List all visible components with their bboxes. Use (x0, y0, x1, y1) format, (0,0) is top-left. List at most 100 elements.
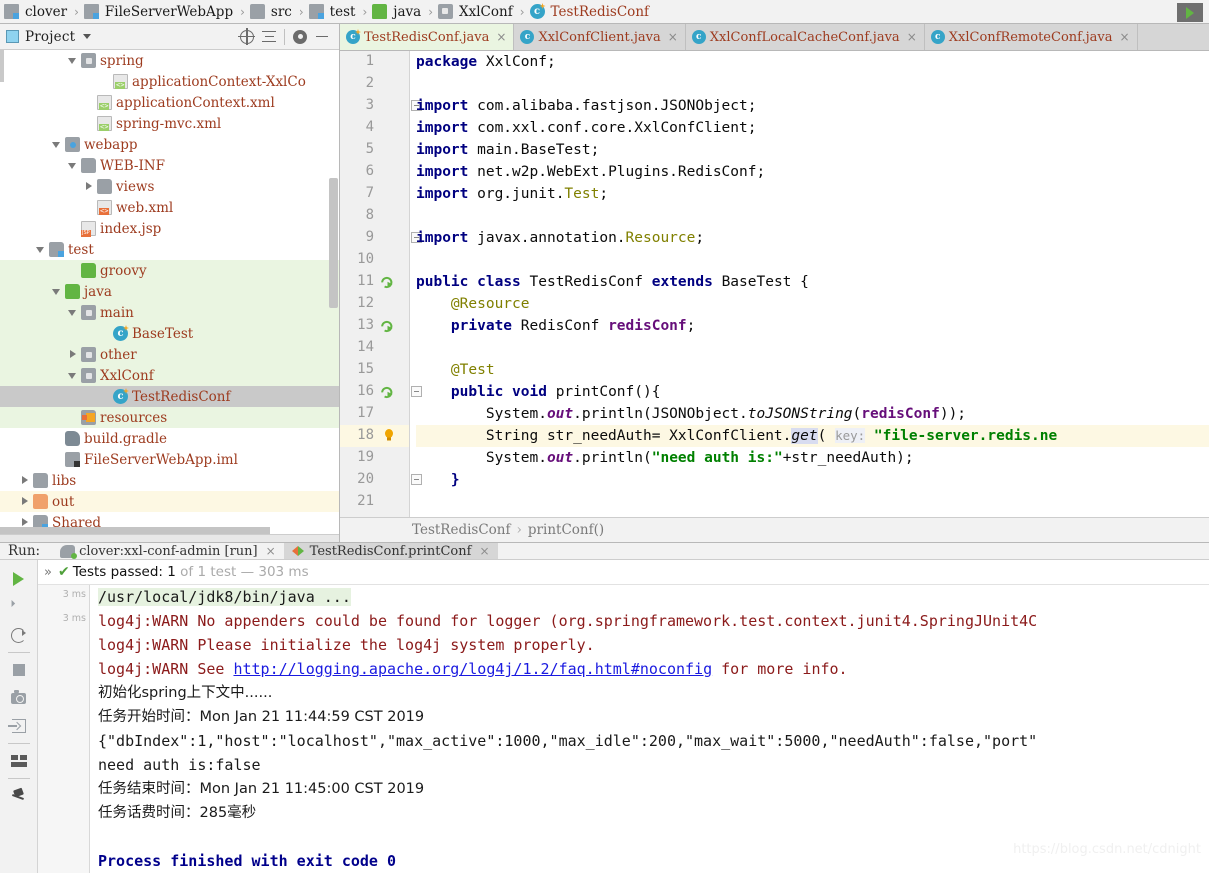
gutter-line-2[interactable]: 2 (340, 73, 410, 95)
gear-icon[interactable] (289, 26, 311, 48)
soft-wrap-icon[interactable] (5, 747, 33, 775)
rerun-icon[interactable] (5, 565, 33, 593)
breadcrumb-item-3[interactable]: test (307, 1, 360, 23)
breadcrumb-item-1[interactable]: FileServerWebApp (82, 1, 237, 23)
code-editor[interactable]: 1 2 3 4 5 6 7 8 9 10 11 12 13 14 15 16 17 18 19 20 21 packag… (340, 51, 1209, 517)
tree-item-java[interactable]: java (0, 281, 339, 302)
chevron-right-icon[interactable] (66, 348, 79, 361)
gutter-line-5[interactable]: 5 (340, 139, 410, 161)
console-output[interactable]: /usr/local/jdk8/bin/java ... log4j:WARN … (90, 585, 1209, 873)
close-icon[interactable]: × (668, 30, 678, 44)
chevron-down-icon[interactable] (66, 306, 79, 319)
gutter-line-4[interactable]: 4 (340, 117, 410, 139)
close-icon[interactable]: × (266, 544, 276, 558)
tree-item-spring[interactable]: spring (0, 50, 339, 71)
hide-icon[interactable] (311, 26, 333, 48)
tree-item-applicationcontext-xml[interactable]: applicationContext.xml (0, 92, 339, 113)
tree-item-build-gradle[interactable]: build.gradle (0, 428, 339, 449)
gutter-line-15[interactable]: 15 (340, 359, 410, 381)
tree-item-resources[interactable]: resources (0, 407, 339, 428)
editor-tab-testredisconf[interactable]: c TestRedisConf.java × (340, 24, 515, 50)
import-tests-icon[interactable] (5, 712, 33, 740)
gutter-line-11[interactable]: 11 (340, 271, 410, 293)
gutter-line-3[interactable]: 3 (340, 95, 422, 117)
tree-item-test[interactable]: test (0, 239, 339, 260)
chevron-down-icon[interactable] (66, 54, 79, 67)
gutter-line-14[interactable]: 14 (340, 337, 410, 359)
close-icon[interactable]: × (907, 30, 917, 44)
close-icon[interactable]: × (479, 544, 489, 558)
tree-item-index-jsp[interactable]: index.jsp (0, 218, 339, 239)
chevron-down-icon[interactable] (66, 159, 79, 172)
tree-item-main[interactable]: main (0, 302, 339, 323)
tree-item-web-xml[interactable]: web.xml (0, 197, 339, 218)
breadcrumb-item-5[interactable]: XxlConf (436, 1, 517, 23)
tree-item-groovy[interactable]: groovy (0, 260, 339, 281)
tree-item-webapp[interactable]: webapp (0, 134, 339, 155)
gutter-line-7[interactable]: 7 (340, 183, 410, 205)
gutter-line-12[interactable]: 12 (340, 293, 410, 315)
run-tab-testredisconf[interactable]: TestRedisConf.printConf × (283, 543, 498, 559)
breadcrumb-item-0[interactable]: clover (2, 1, 71, 23)
run-method-icon[interactable] (380, 385, 394, 399)
breadcrumb-method[interactable]: printConf() (528, 522, 604, 538)
editor-tab-xxlconfremoteconf[interactable]: c XxlConfRemoteConf.java × (924, 24, 1138, 50)
collapse-all-icon[interactable] (258, 26, 280, 48)
chevron-down-icon[interactable] (50, 138, 63, 151)
breadcrumb-class[interactable]: TestRedisConf (412, 522, 511, 538)
run-class-icon[interactable] (380, 275, 394, 289)
breadcrumb-item-2[interactable]: src (248, 1, 296, 23)
gutter-line-18[interactable]: 18 (340, 425, 410, 447)
tree-item-basetest[interactable]: c BaseTest (0, 323, 339, 344)
gutter-line-6[interactable]: 6 (340, 161, 410, 183)
gutter-line-9[interactable]: 9 (340, 227, 422, 249)
tree-item-out[interactable]: out (0, 491, 339, 512)
code-content[interactable]: package XxlConf; import com.alibaba.fast… (410, 51, 1209, 517)
gutter-line-1[interactable]: 1 (340, 51, 410, 73)
chevron-right-icon[interactable] (18, 495, 31, 508)
editor-tab-xxlconflocalcacheconf[interactable]: c XxlConfLocalCacheConf.java × (685, 24, 925, 50)
run-tab-clover[interactable]: clover:xxl-conf-admin [run] × (52, 543, 284, 559)
log4j-faq-link[interactable]: http://logging.apache.org/log4j/1.2/faq.… (233, 660, 712, 678)
gutter-line-19[interactable]: 19 (340, 447, 410, 469)
breadcrumb-item-6[interactable]: c TestRedisConf (528, 1, 654, 23)
tree-item-spring-mvc-xml[interactable]: spring-mvc.xml (0, 113, 339, 134)
tree-item-views[interactable]: views (0, 176, 339, 197)
tree-item-xxlconf[interactable]: XxlConf (0, 365, 339, 386)
stop-icon[interactable] (5, 656, 33, 684)
bean-navigate-icon[interactable] (380, 319, 394, 333)
export-snapshot-icon[interactable] (5, 684, 33, 712)
gutter-line-13[interactable]: 13 (340, 315, 410, 337)
chevron-right-icon[interactable] (18, 474, 31, 487)
gutter-line-8[interactable]: 8 (340, 205, 410, 227)
project-tree[interactable]: spring applicationContext-XxlCo applicatio… (0, 50, 339, 534)
rerun-failed-icon[interactable]: ⏵ (5, 593, 33, 621)
close-icon[interactable]: × (496, 30, 506, 44)
pin-tab-icon[interactable] (5, 782, 33, 810)
gutter-line-21[interactable]: 21 (340, 491, 410, 513)
tree-horizontal-scrollbar[interactable] (0, 527, 270, 534)
tree-item-applicationcontext-xxlco[interactable]: applicationContext-XxlCo (0, 71, 339, 92)
gutter-line-17[interactable]: 17 (340, 403, 410, 425)
gutter-line-10[interactable]: 10 (340, 249, 410, 271)
chevron-down-icon[interactable] (34, 243, 47, 256)
close-icon[interactable]: × (1120, 30, 1130, 44)
intention-bulb-icon[interactable] (384, 429, 394, 442)
gutter-line-20[interactable]: 20 (340, 469, 422, 491)
tree-item-testredisconf[interactable]: c TestRedisConf (0, 386, 339, 407)
tree-item-other[interactable]: other (0, 344, 339, 365)
editor-gutter[interactable]: 1 2 3 4 5 6 7 8 9 10 11 12 13 14 15 16 17 18 19 20 21 (340, 51, 422, 517)
gutter-line-16[interactable]: 16 (340, 381, 422, 403)
run-configuration-icon[interactable] (1177, 3, 1203, 22)
chevron-down-icon[interactable] (50, 285, 63, 298)
toggle-auto-test-icon[interactable] (5, 621, 33, 649)
breadcrumb-item-4[interactable]: java (370, 1, 425, 23)
tree-item-fileserverwebapp-iml[interactable]: FileServerWebApp.iml (0, 449, 339, 470)
chevron-down-icon[interactable] (83, 34, 92, 39)
tree-item-web-inf[interactable]: WEB-INF (0, 155, 339, 176)
tree-vertical-scrollbar[interactable] (329, 178, 338, 308)
chevron-down-icon[interactable] (66, 369, 79, 382)
chevron-right-icon[interactable] (82, 180, 95, 193)
tree-item-libs[interactable]: libs (0, 470, 339, 491)
editor-tab-xxlconfclient[interactable]: c XxlConfClient.java × (514, 24, 686, 50)
